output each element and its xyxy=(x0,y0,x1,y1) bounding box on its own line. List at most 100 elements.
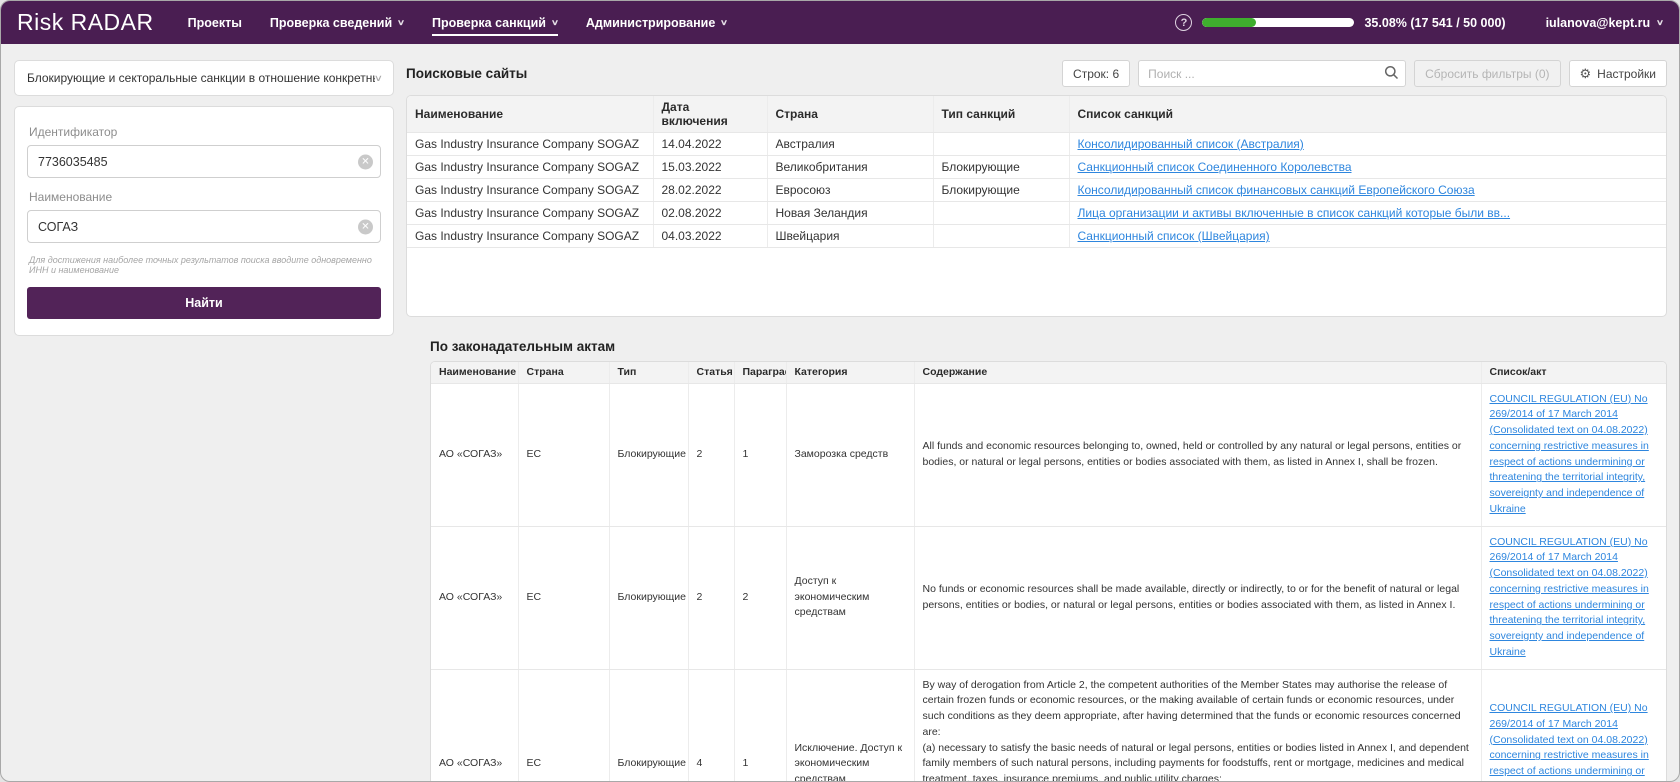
column-header[interactable]: Параграф xyxy=(734,362,786,383)
cell-date: 04.03.2022 xyxy=(653,225,767,248)
nav-label: Проверка сведений xyxy=(270,16,392,30)
sanction-list-link[interactable]: Консолидированный список финансовых санк… xyxy=(1078,183,1475,197)
cell-name: Gas Industry Insurance Company SOGAZ xyxy=(407,202,653,225)
cell-paragraph: 1 xyxy=(734,383,786,526)
identifier-label: Идентификатор xyxy=(29,125,379,139)
column-header[interactable]: Тип санкций xyxy=(933,96,1069,133)
name-label: Наименование xyxy=(29,190,379,204)
column-header[interactable]: Страна xyxy=(767,96,933,133)
cell-name: АО «СОГАЗ» xyxy=(431,669,518,781)
reset-filters-button[interactable]: Сбросить фильтры (0) xyxy=(1414,60,1560,87)
user-menu[interactable]: iulanova@kept.ru ∨ xyxy=(1546,16,1663,30)
cell-sanction-list: Консолидированный список (Австралия) xyxy=(1069,133,1666,156)
column-header[interactable]: Страна xyxy=(518,362,609,383)
cell-category: Доступ к экономическим средствам xyxy=(786,526,914,669)
acts-section: По законадательным актам Наименование Ст… xyxy=(430,339,1667,781)
nav-label: Администрирование xyxy=(586,16,715,30)
cell-sanction-type xyxy=(933,202,1069,225)
app-window: Risk RADAR Проекты Проверка сведений ∨ П… xyxy=(0,0,1680,782)
cell-sanction-type xyxy=(933,133,1069,156)
cell-sanction-list: Санкционный список Соединенного Королевс… xyxy=(1069,156,1666,179)
cell-content: By way of derogation from Article 2, the… xyxy=(914,669,1481,781)
table-row: Gas Industry Insurance Company SOGAZ 15.… xyxy=(407,156,1666,179)
column-header[interactable]: Дата включения xyxy=(653,96,767,133)
nav-item-administration[interactable]: Администрирование ∨ xyxy=(586,8,727,38)
clear-icon[interactable]: ✕ xyxy=(358,219,373,234)
identifier-input[interactable] xyxy=(27,145,381,178)
cell-country: Великобритания xyxy=(767,156,933,179)
cell-name: Gas Industry Insurance Company SOGAZ xyxy=(407,133,653,156)
table-row: АО «СОГАЗ» ЕС Блокирующие 2 1 Заморозка … xyxy=(431,383,1666,526)
sanction-type-value: Блокирующие и секторальные санкции в отн… xyxy=(27,71,375,85)
filter-sidebar: Блокирующие и секторальные санкции в отн… xyxy=(14,60,394,781)
cell-country: Швейцария xyxy=(767,225,933,248)
page-content: Блокирующие и секторальные санкции в отн… xyxy=(1,44,1679,781)
cell-name: Gas Industry Insurance Company SOGAZ xyxy=(407,156,653,179)
cell-sanction-list: Лица организации и активы включенные в с… xyxy=(1069,202,1666,225)
cell-date: 15.03.2022 xyxy=(653,156,767,179)
sanction-list-link[interactable]: Санкционный список (Швейцария) xyxy=(1078,229,1270,243)
sanction-list-link[interactable]: Санкционный список Соединенного Королевс… xyxy=(1078,160,1352,174)
rows-count-button[interactable]: Строк: 6 xyxy=(1062,60,1130,87)
table-search-input[interactable] xyxy=(1138,60,1406,87)
header-status-area: ? 35.08% (17 541 / 50 000) iulanova@kept… xyxy=(1175,14,1663,31)
chevron-down-icon: ∨ xyxy=(397,18,405,27)
settings-label: Настройки xyxy=(1597,67,1656,81)
table-toolbar: Строк: 6 Сбросить фильтры (0) ⚙ Настройк… xyxy=(1062,60,1667,87)
chevron-down-icon: ∨ xyxy=(374,73,383,84)
column-header[interactable]: Тип xyxy=(609,362,688,383)
nav-label: Проверка санкций xyxy=(432,16,546,30)
column-header[interactable]: Список санкций xyxy=(1069,96,1666,133)
clear-icon[interactable]: ✕ xyxy=(358,154,373,169)
table-row: Gas Industry Insurance Company SOGAZ 04.… xyxy=(407,225,1666,248)
table-row: Gas Industry Insurance Company SOGAZ 02.… xyxy=(407,202,1666,225)
sites-table-body: Gas Industry Insurance Company SOGAZ 14.… xyxy=(407,133,1666,248)
cell-category: Исключение. Доступ к экономическим средс… xyxy=(786,669,914,781)
cell-country: ЕС xyxy=(518,669,609,781)
progress-bar xyxy=(1202,18,1354,27)
act-link[interactable]: COUNCIL REGULATION (EU) No 269/2014 of 1… xyxy=(1490,393,1649,515)
help-icon[interactable]: ? xyxy=(1175,14,1192,31)
search-filter-card: Идентификатор ✕ Наименование ✕ Для дости… xyxy=(14,106,394,336)
find-button[interactable]: Найти xyxy=(27,287,381,319)
table-search-wrap xyxy=(1138,60,1406,87)
acts-table-body: АО «СОГАЗ» ЕС Блокирующие 2 1 Заморозка … xyxy=(431,383,1666,781)
table-row: Gas Industry Insurance Company SOGAZ 14.… xyxy=(407,133,1666,156)
cell-article: 2 xyxy=(688,383,734,526)
act-link[interactable]: COUNCIL REGULATION (EU) No 269/2014 of 1… xyxy=(1490,536,1649,658)
nav-item-sanctions-check[interactable]: Проверка санкций ∨ xyxy=(432,8,558,38)
cell-name: АО «СОГАЗ» xyxy=(431,383,518,526)
column-header[interactable]: Список/акт xyxy=(1481,362,1666,383)
chevron-down-icon: ∨ xyxy=(720,18,728,27)
cell-date: 28.02.2022 xyxy=(653,179,767,202)
cell-article: 2 xyxy=(688,526,734,669)
cell-content: No funds or economic resources shall be … xyxy=(914,526,1481,669)
top-navigation-bar: Risk RADAR Проекты Проверка сведений ∨ П… xyxy=(1,1,1679,44)
column-header[interactable]: Наименование xyxy=(407,96,653,133)
sites-table-header-row: Наименование Дата включения Страна Тип с… xyxy=(407,96,1666,133)
sanction-list-link[interactable]: Лица организации и активы включенные в с… xyxy=(1078,206,1511,220)
cell-paragraph: 2 xyxy=(734,526,786,669)
sanction-type-select[interactable]: Блокирующие и секторальные санкции в отн… xyxy=(14,60,394,96)
sites-section-header: Поисковые сайты Строк: 6 Сбросить фильтр… xyxy=(406,60,1667,87)
column-header[interactable]: Категория xyxy=(786,362,914,383)
act-link[interactable]: COUNCIL REGULATION (EU) No 269/2014 of 1… xyxy=(1490,702,1649,781)
acts-table-header-row: Наименование Страна Тип Статья Параграф … xyxy=(431,362,1666,383)
settings-button[interactable]: ⚙ Настройки xyxy=(1569,60,1668,87)
table-row: Gas Industry Insurance Company SOGAZ 28.… xyxy=(407,179,1666,202)
cell-paragraph: 1 xyxy=(734,669,786,781)
column-header[interactable]: Содержание xyxy=(914,362,1481,383)
column-header[interactable]: Статья xyxy=(688,362,734,383)
cell-name: АО «СОГАЗ» xyxy=(431,526,518,669)
cell-sanction-type xyxy=(933,225,1069,248)
sites-section-title: Поисковые сайты xyxy=(406,66,527,81)
cell-article: 4 xyxy=(688,669,734,781)
nav-item-data-check[interactable]: Проверка сведений ∨ xyxy=(270,8,404,38)
acts-table: Наименование Страна Тип Статья Параграф … xyxy=(431,362,1666,781)
sanction-list-link[interactable]: Консолидированный список (Австралия) xyxy=(1078,137,1304,151)
cell-content: All funds and economic resources belongi… xyxy=(914,383,1481,526)
cell-type: Блокирующие xyxy=(609,383,688,526)
column-header[interactable]: Наименование xyxy=(431,362,518,383)
nav-item-projects[interactable]: Проекты xyxy=(188,8,242,38)
name-input[interactable] xyxy=(27,210,381,243)
